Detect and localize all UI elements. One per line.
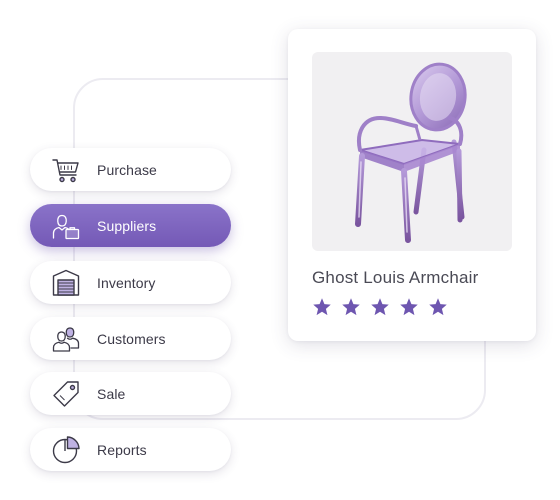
menu-item-reports[interactable]: Reports — [30, 428, 231, 471]
menu-item-label: Reports — [97, 441, 147, 458]
product-image — [312, 52, 512, 251]
menu-item-label: Suppliers — [97, 217, 157, 234]
star-icon[interactable] — [399, 297, 419, 317]
shopping-cart-icon — [50, 154, 82, 186]
armchair-illustration — [355, 62, 467, 243]
star-icon[interactable] — [428, 297, 448, 317]
star-icon[interactable] — [341, 297, 361, 317]
warehouse-icon — [50, 267, 82, 299]
menu-item-label: Purchase — [97, 161, 157, 178]
star-rating[interactable] — [312, 297, 448, 317]
supplier-person-icon — [50, 210, 82, 242]
menu-item-suppliers[interactable]: Suppliers — [30, 204, 231, 247]
menu-item-label: Inventory — [97, 274, 156, 291]
menu-item-label: Customers — [97, 330, 166, 347]
star-icon[interactable] — [370, 297, 390, 317]
menu-item-inventory[interactable]: Inventory — [30, 261, 231, 304]
customers-icon — [50, 323, 82, 355]
price-tag-icon — [50, 378, 82, 410]
menu-item-purchase[interactable]: Purchase — [30, 148, 231, 191]
star-icon[interactable] — [312, 297, 332, 317]
menu-item-label: Sale — [97, 385, 126, 402]
app-canvas: Purchase Suppliers Inventory Customers S… — [0, 0, 560, 500]
pie-chart-icon — [50, 434, 82, 466]
product-card[interactable]: Ghost Louis Armchair — [288, 29, 536, 341]
menu-item-customers[interactable]: Customers — [30, 317, 231, 360]
product-name: Ghost Louis Armchair — [312, 268, 479, 287]
menu-item-sale[interactable]: Sale — [30, 372, 231, 415]
